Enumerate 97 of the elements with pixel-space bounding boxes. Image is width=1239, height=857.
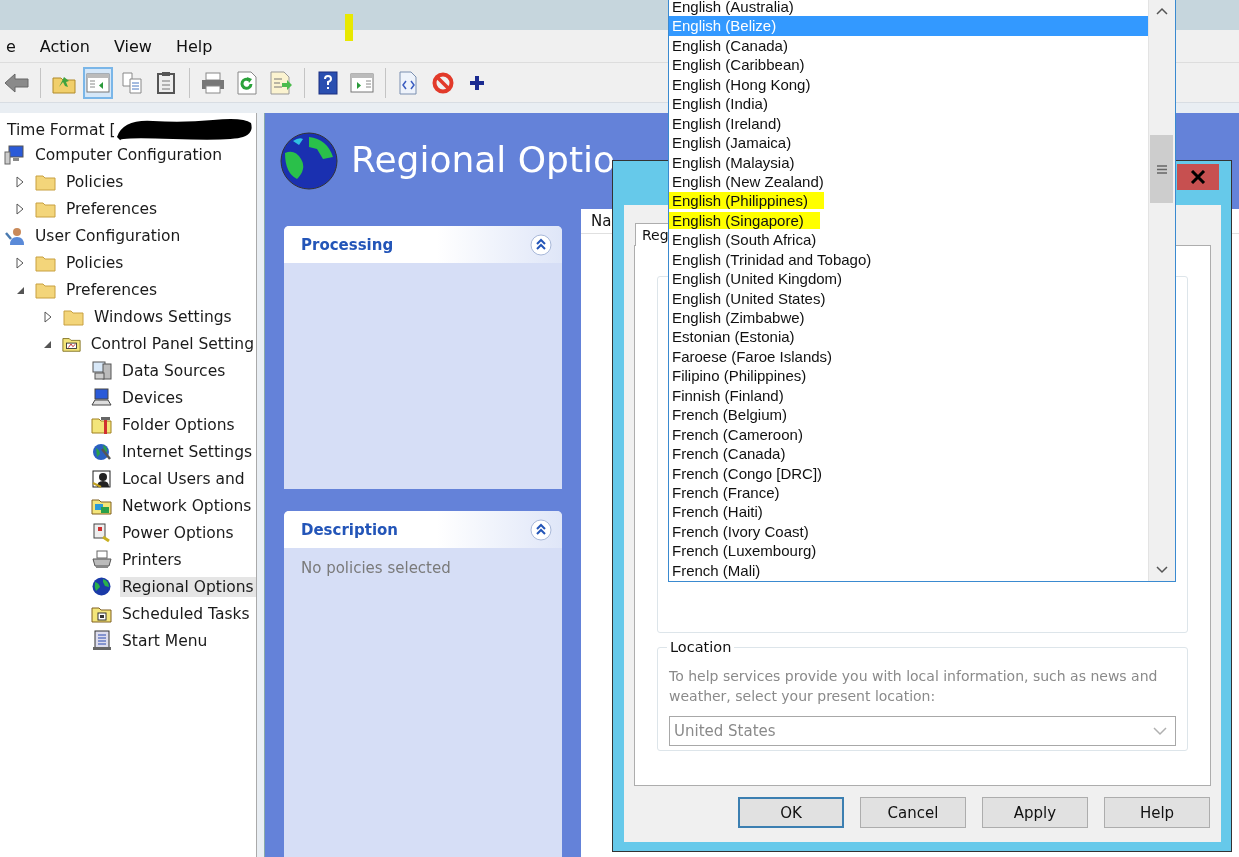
dropdown-option[interactable]: English (South Africa): [669, 230, 1148, 250]
tree-item[interactable]: Computer Configuration: [33, 144, 225, 165]
dialog-button[interactable]: Cancel: [860, 797, 966, 828]
dropdown-option[interactable]: English (United States): [669, 288, 1148, 308]
chevron-down-icon: [1153, 726, 1167, 736]
user-silhouette-icon: [91, 467, 113, 490]
expand-arrow-icon[interactable]: [16, 256, 24, 269]
collapse-icon[interactable]: [530, 518, 552, 541]
tree-item[interactable]: Local Users and: [120, 468, 247, 489]
tree-item[interactable]: Folder Options: [120, 414, 237, 435]
group-label: Location: [667, 639, 735, 655]
dropdown-option[interactable]: Finnish (Finland): [669, 385, 1148, 406]
dropdown-option[interactable]: Filipino (Philippines): [669, 366, 1148, 386]
scroll-thumb[interactable]: [1150, 135, 1173, 203]
computer-icon: [4, 143, 26, 166]
tree-item[interactable]: Start Menu: [120, 630, 210, 651]
document-icon: [398, 70, 420, 95]
tree-item[interactable]: User Configuration: [33, 225, 183, 246]
dropdown-option[interactable]: English (Philippines): [669, 191, 1148, 211]
expand-arrow-icon[interactable]: [16, 202, 24, 215]
close-icon: [1190, 170, 1206, 184]
panel-title: Processing: [301, 235, 394, 254]
dialog-button[interactable]: Help: [1104, 797, 1210, 828]
tree-item[interactable]: Windows Settings: [92, 306, 234, 327]
dropdown-option[interactable]: English (India): [669, 94, 1148, 114]
location-description: To help services provide you with local information, such as news and weather, select your present location:: [669, 667, 1159, 706]
dropdown-option[interactable]: French (Canada): [669, 444, 1148, 464]
clipboard-icon: [156, 70, 176, 95]
back-arrow-icon: [4, 70, 30, 95]
copy-icon: [121, 70, 143, 95]
printer-icon: [200, 70, 226, 95]
globe-icon: [91, 575, 113, 598]
collapse-icon[interactable]: [530, 233, 552, 256]
dropdown-option[interactable]: English (Jamaica): [669, 133, 1148, 153]
dropdown-option[interactable]: English (New Zealand): [669, 171, 1148, 192]
dialog-button[interactable]: Apply: [982, 797, 1088, 828]
expand-arrow-icon[interactable]: [16, 175, 24, 188]
dropdown-option[interactable]: English (Trinidad and Tobago): [669, 249, 1148, 270]
dropdown-option[interactable]: French (Congo [DRC]): [669, 463, 1148, 483]
dropdown-option[interactable]: French (Luxembourg): [669, 541, 1148, 561]
no-entry-icon: [432, 71, 454, 94]
laptop-icon: [91, 386, 113, 409]
dropdown-option[interactable]: French (France): [669, 482, 1148, 503]
dropdown-option[interactable]: Estonian (Estonia): [669, 327, 1148, 347]
tree-item[interactable]: Data Sources: [120, 360, 228, 381]
tree-item[interactable]: Printers: [120, 549, 184, 570]
dropdown-option[interactable]: English (United Kingdom): [669, 269, 1148, 289]
dropdown-option[interactable]: English (Ireland): [669, 113, 1148, 134]
dropdown-option[interactable]: French (Cameroon): [669, 424, 1148, 445]
dropdown-option[interactable]: Faroese (Faroe Islands): [669, 346, 1148, 367]
column-header[interactable]: Na: [591, 212, 612, 230]
pane-title: Time Format [: [7, 121, 116, 139]
dropdown-option[interactable]: English (Singapore): [669, 210, 1148, 231]
action-pane-icon: [350, 71, 374, 94]
start-menu-icon: [91, 629, 113, 652]
scroll-up-icon[interactable]: [1156, 7, 1168, 15]
plus-icon: [469, 74, 485, 91]
tree-item[interactable]: Policies: [64, 252, 126, 273]
tree-item[interactable]: Devices: [120, 387, 186, 408]
server-screen-icon: [91, 359, 113, 382]
dropdown-option[interactable]: English (Zimbabwe): [669, 308, 1148, 328]
tree-item[interactable]: Preferences: [64, 198, 160, 219]
dropdown-option[interactable]: French (Belgium): [669, 405, 1148, 425]
tree-item[interactable]: Control Panel Setting: [88, 333, 256, 354]
dropdown-option[interactable]: English (Canada): [669, 35, 1148, 56]
tree-item[interactable]: Network Options: [120, 495, 254, 516]
globe-icon: [279, 131, 339, 191]
dropdown-option[interactable]: French (Mali): [669, 560, 1148, 581]
menu-item[interactable]: Action: [27, 36, 102, 56]
panel-text: No policies selected: [301, 559, 451, 577]
tree-item[interactable]: Internet Settings: [120, 441, 255, 462]
menu-item[interactable]: e: [0, 36, 28, 56]
dropdown-option[interactable]: French (Haiti): [669, 502, 1148, 522]
grip-icon: [1156, 164, 1167, 174]
dropdown-option[interactable]: English (Malaysia): [669, 152, 1148, 172]
scroll-down-icon[interactable]: [1156, 566, 1168, 574]
menu-item[interactable]: View: [101, 36, 164, 56]
tree-item[interactable]: Policies: [64, 171, 126, 192]
dialog-button[interactable]: OK: [738, 797, 844, 828]
close-button[interactable]: [1177, 164, 1219, 190]
menu-item[interactable]: Help: [163, 36, 225, 56]
tree-item[interactable]: Regional Options: [120, 576, 256, 597]
tree-item[interactable]: Preferences: [64, 279, 160, 300]
expand-arrow-icon[interactable]: [44, 310, 52, 323]
panel-title: Description: [301, 520, 399, 539]
tree-item[interactable]: Power Options: [120, 522, 236, 543]
tree-pane-icon: [86, 71, 110, 94]
page-title: Regional Optio: [351, 138, 616, 180]
scrollbar[interactable]: [1148, 0, 1175, 581]
refresh-page-icon: [236, 70, 258, 95]
tab[interactable]: Reg: [635, 223, 669, 246]
dropdown-option[interactable]: English (Caribbean): [669, 55, 1148, 75]
help-book-icon: [318, 70, 338, 95]
printer-icon: [91, 548, 113, 571]
tree-item[interactable]: Scheduled Tasks: [120, 603, 252, 624]
export-list-icon: [269, 70, 293, 95]
dropdown-option[interactable]: French (Ivory Coast): [669, 521, 1148, 542]
